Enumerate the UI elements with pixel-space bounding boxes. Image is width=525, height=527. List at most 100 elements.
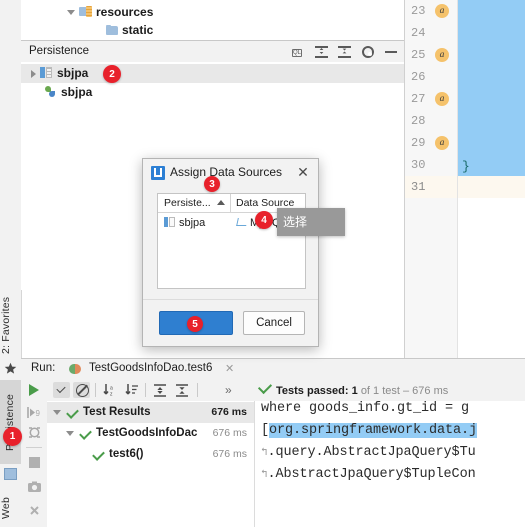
console-line-text: where goods_info.gt_id = g	[261, 401, 470, 416]
check-icon	[257, 379, 273, 395]
column-header-persistence-unit[interactable]: Persiste...	[164, 194, 211, 212]
persistence-row-unit[interactable]: sbjpa	[21, 64, 404, 83]
gutter-line[interactable]: 24	[405, 22, 457, 44]
console-line: ↰.AbstractJpaQuery$TupleCon	[261, 467, 476, 482]
annotation-icon[interactable]: a	[435, 136, 449, 150]
dialog-title-bar: Assign Data Sources ✕	[143, 159, 318, 187]
test-tree-label: TestGoodsInfoDac	[96, 427, 198, 439]
folder-icon	[106, 25, 118, 35]
gear-icon[interactable]	[361, 45, 375, 59]
sidebar-item-favorites[interactable]: 2: Favorites	[0, 292, 21, 358]
close-icon[interactable]: ✕	[225, 362, 234, 375]
tree-item-static[interactable]: static	[106, 21, 153, 39]
cell-text: sbjpa	[179, 217, 206, 229]
run-tab-active[interactable]: TestGoodsInfoDao.test6 ✕	[65, 359, 243, 381]
toggle-auto-test-icon[interactable]	[27, 425, 42, 440]
test-tree-label: test6()	[109, 448, 144, 460]
close-icon[interactable]: ✕	[296, 165, 310, 179]
test-results-tree: Test Results 676 ms TestGoodsInfoDac 676…	[47, 401, 254, 527]
gutter-line[interactable]: 26	[405, 66, 457, 88]
test-tree-row[interactable]: TestGoodsInfoDac 676 ms	[47, 423, 254, 444]
rerun-failed-icon[interactable]: 9	[27, 405, 42, 420]
show-passed-toggle[interactable]	[53, 382, 70, 398]
check-icon	[66, 406, 79, 419]
chevron-down-icon[interactable]	[67, 10, 75, 16]
persistence-panel-header: Persistence QL	[21, 40, 404, 64]
rerun-icon[interactable]	[29, 384, 39, 396]
code-editor[interactable]: 23 a 24 25 a 26 27 a 28 29 a 30 31 }	[404, 0, 525, 358]
gutter-line[interactable]: 25 a	[405, 44, 457, 66]
run-side-toolbar: 9	[21, 401, 48, 527]
star-icon	[4, 362, 17, 375]
test-duration: 676 ms	[211, 406, 247, 418]
annotation-icon[interactable]: a	[435, 48, 449, 62]
gutter-line[interactable]: 27 a	[405, 88, 457, 110]
console-output[interactable]: where goods_info.gt_id = g [org.springfr…	[254, 401, 525, 527]
sidebar-item-label: Web	[0, 497, 12, 519]
check-icon	[92, 448, 105, 461]
collapse-arrows	[342, 48, 347, 54]
gutter-line[interactable]: 29 a	[405, 132, 457, 154]
persistence-panel-toolbar: QL	[292, 44, 398, 60]
more-options-icon[interactable]: »	[225, 383, 232, 397]
collapse-all-icon[interactable]	[338, 45, 352, 59]
sort-by-duration-icon[interactable]	[125, 384, 138, 396]
expand-all-icon[interactable]	[153, 384, 166, 397]
tree-item-resources[interactable]: resources	[67, 3, 153, 21]
chevron-right-icon[interactable]	[31, 69, 36, 78]
console-ql-icon[interactable]: QL	[292, 45, 306, 59]
dialog-title: Assign Data Sources	[170, 165, 283, 179]
gutter-line[interactable]: 30	[405, 154, 457, 176]
tree-item-label: resources	[96, 5, 154, 19]
test-tree-row[interactable]: test6() 676 ms	[47, 444, 254, 465]
left-tool-window-bar: 2: Favorites Persistence Web	[0, 290, 22, 527]
console-line-highlight: org.springframework.data.j	[269, 423, 478, 438]
export-icon[interactable]	[27, 479, 42, 494]
sidebar-item-persistence[interactable]: Persistence	[0, 380, 21, 464]
console-line-prefix: [	[261, 423, 270, 438]
status-suffix: of 1 test – 676 ms	[360, 385, 449, 397]
ql-label: QL	[292, 49, 303, 57]
run-label: Run:	[31, 362, 56, 374]
step-badge-1: 1	[3, 427, 22, 446]
pin-icon[interactable]	[27, 503, 42, 518]
gutter-line[interactable]: 28	[405, 110, 457, 132]
stop-icon[interactable]	[27, 455, 42, 470]
check-icon	[79, 427, 92, 440]
gutter-line-current[interactable]: 31	[405, 176, 457, 198]
step-badge-4: 4	[255, 211, 273, 229]
step-badge-5: 5	[187, 316, 203, 332]
sort-alphabetically-icon[interactable]: az	[103, 384, 116, 398]
chevron-down-icon[interactable]	[53, 410, 61, 415]
expand-all-icon[interactable]	[315, 45, 329, 59]
assign-data-sources-dialog: Assign Data Sources ✕ Persiste... Data S…	[142, 158, 319, 347]
ide-window: resources static Persistence QL sbjpa sb…	[0, 0, 525, 527]
status-count: 1	[351, 385, 358, 397]
test-duration: 676 ms	[212, 427, 247, 439]
annotation-icon[interactable]: a	[435, 4, 449, 18]
console-line: [org.springframework.data.j	[261, 423, 477, 438]
tree-item-label: static	[122, 23, 154, 37]
cancel-button[interactable]: Cancel	[243, 311, 305, 335]
cell-persistence-unit: sbjpa	[164, 213, 205, 233]
gutter-line[interactable]: 23 a	[405, 0, 457, 22]
run-tool-window: Run: TestGoodsInfoDao.test6 ✕ az » Tests…	[21, 358, 525, 527]
test-tree-row[interactable]: Test Results 676 ms	[47, 402, 254, 423]
persistence-unit-icon	[40, 67, 52, 78]
collapse-all-icon[interactable]	[175, 384, 188, 397]
mysql-icon	[236, 217, 247, 227]
svg-text:z: z	[110, 392, 113, 398]
annotation-icon[interactable]: a	[435, 92, 449, 106]
console-line: ↰.query.AbstractJpaQuery$Tu	[261, 445, 476, 460]
hide-icon[interactable]	[384, 45, 398, 59]
show-ignored-toggle[interactable]	[73, 382, 90, 398]
persistence-row-datasource[interactable]: sbjpa	[21, 83, 404, 102]
test-tree-label: Test Results	[83, 406, 151, 418]
chevron-down-icon[interactable]	[66, 431, 74, 436]
run-tab-bar: Run: TestGoodsInfoDao.test6 ✕	[21, 359, 525, 381]
persistence-row-label: sbjpa	[61, 85, 93, 99]
tooltip: 选择	[277, 208, 345, 236]
run-toolbar: az » Tests passed: 1 of 1 test – 676 ms	[21, 379, 525, 402]
svg-text:9: 9	[36, 409, 41, 418]
sidebar-item-web[interactable]: Web	[0, 488, 21, 527]
